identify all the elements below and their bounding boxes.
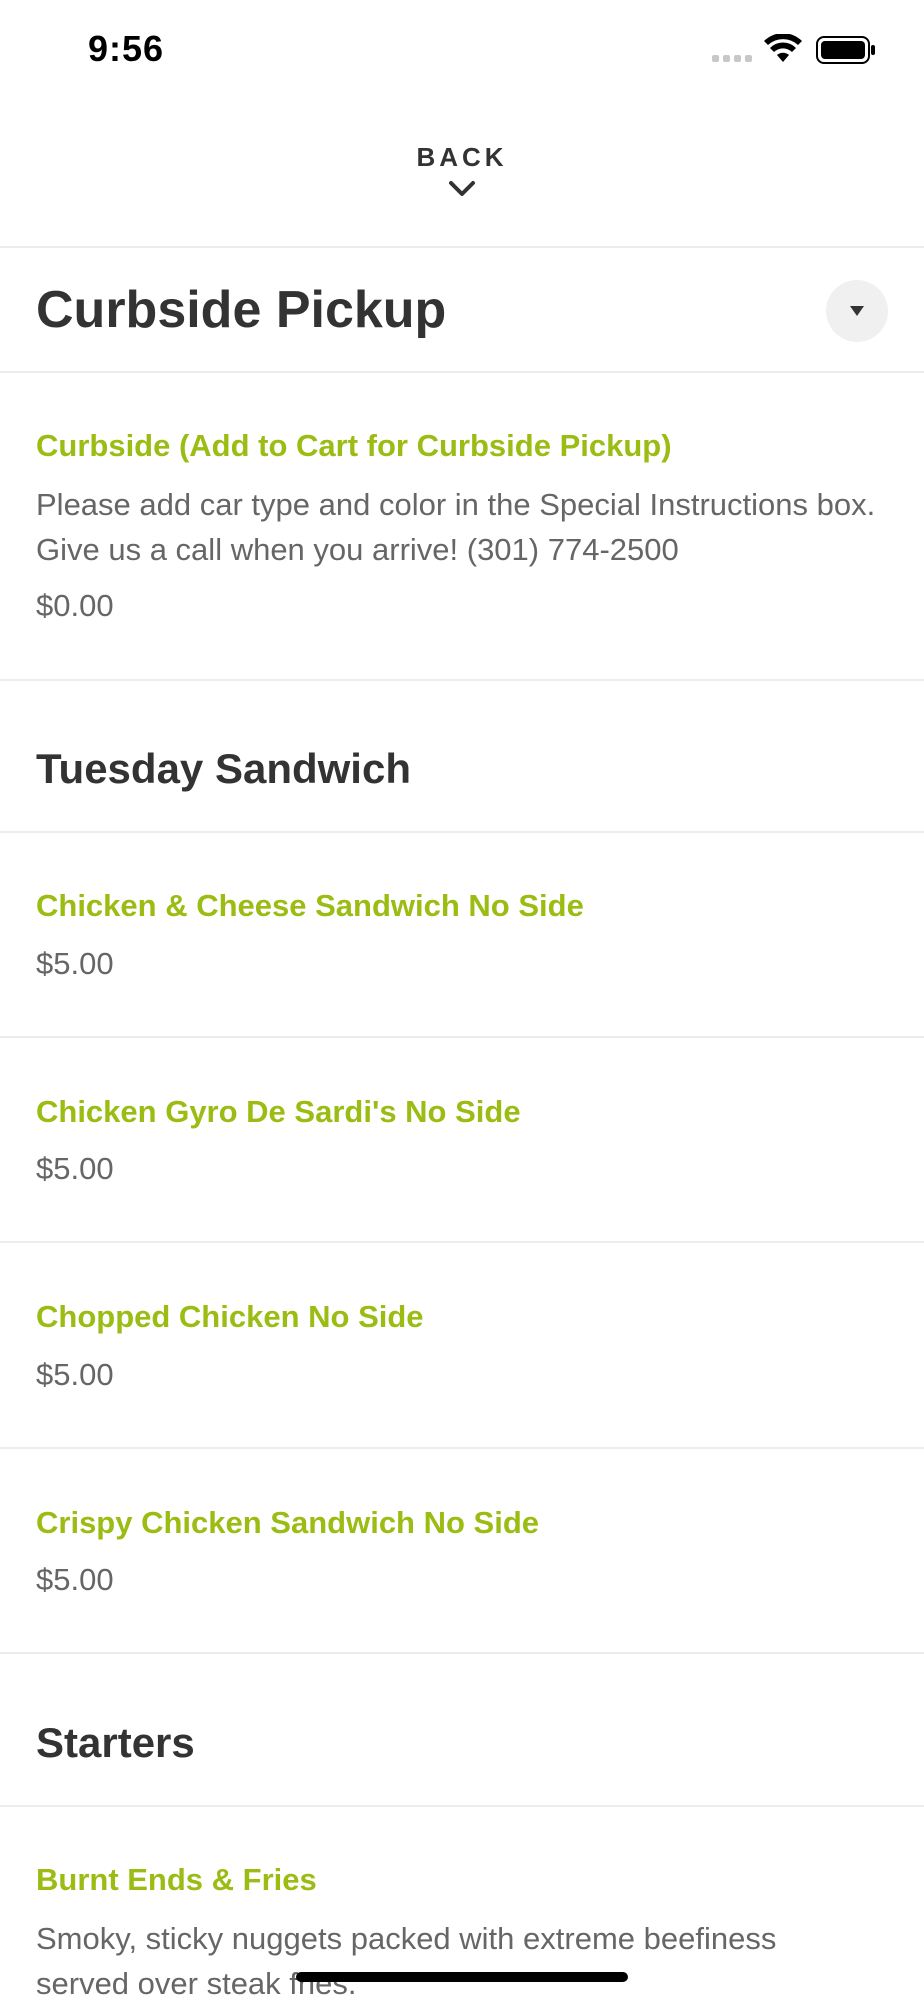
item-name: Curbside (Add to Cart for Curbside Picku…	[36, 428, 672, 463]
divider	[0, 1241, 924, 1243]
cellular-signal-icon	[712, 52, 754, 62]
item-name: Chopped Chicken No Side	[36, 1299, 424, 1334]
divider	[0, 1447, 924, 1449]
item-price: $5.00	[36, 1562, 114, 1597]
chevron-down-icon	[449, 181, 475, 196]
wifi-icon	[764, 34, 802, 62]
divider	[0, 1805, 924, 1807]
divider	[0, 1036, 924, 1038]
item-name: Chicken & Cheese Sandwich No Side	[36, 888, 584, 923]
group-title: Tuesday Sandwich	[36, 745, 411, 792]
divider	[0, 679, 924, 681]
item-price: $5.00	[36, 1357, 114, 1392]
item-price: $5.00	[36, 1151, 114, 1186]
divider	[0, 246, 924, 248]
item-name: Crispy Chicken Sandwich No Side	[36, 1505, 540, 1540]
status-time: 9:56	[88, 28, 165, 69]
item-description: Please add car type and color in the Spe…	[36, 487, 876, 567]
divider	[0, 831, 924, 833]
category-dropdown-button[interactable]	[826, 280, 888, 342]
home-indicator	[296, 1972, 628, 1982]
category-title: Curbside Pickup	[36, 281, 447, 339]
caret-down-icon	[850, 306, 864, 316]
item-price: $5.00	[36, 946, 114, 981]
divider	[0, 371, 924, 373]
item-name: Burnt Ends & Fries	[36, 1862, 317, 1897]
back-button[interactable]: BACK	[0, 130, 924, 220]
item-name: Chicken Gyro De Sardi's No Side	[36, 1094, 521, 1129]
item-price: $0.00	[36, 588, 114, 623]
group-title: Starters	[36, 1719, 195, 1766]
divider	[0, 1652, 924, 1654]
battery-icon	[816, 36, 875, 64]
item-description: Smoky, sticky nuggets packed with extrem…	[36, 1921, 777, 2001]
status-bar: 9:56	[0, 0, 924, 100]
back-label: BACK	[416, 142, 508, 172]
